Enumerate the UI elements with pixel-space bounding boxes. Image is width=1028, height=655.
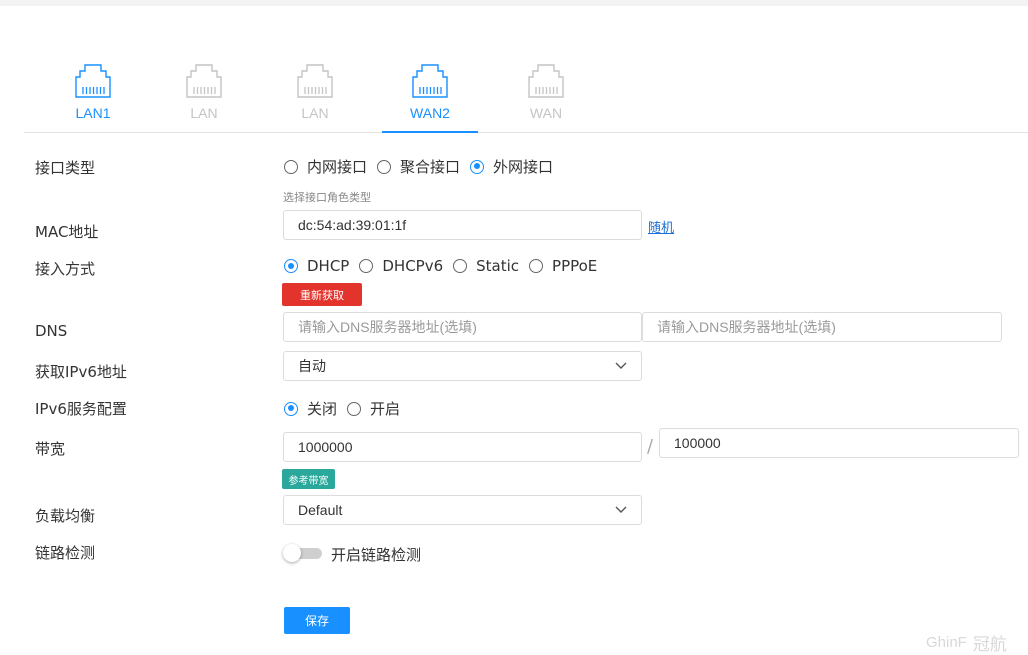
radio-label: 聚合接口: [400, 158, 461, 176]
access-mode-radio-group: DHCP DHCPv6 Static PPPoE: [284, 257, 607, 275]
ethernet-port-icon: [75, 64, 111, 98]
radio-label: Static: [476, 257, 520, 275]
top-bar: [0, 0, 1028, 6]
radio-icon: [377, 159, 392, 174]
watermark-cn: 冠航: [972, 635, 1007, 654]
dns-secondary-input[interactable]: [642, 312, 1002, 342]
radio-label: PPPoE: [552, 257, 598, 275]
radio-icon: [470, 159, 485, 174]
bandwidth-label: 带宽: [35, 440, 66, 458]
tab-wan2[interactable]: WAN2: [382, 56, 478, 133]
chevron-down-icon: [615, 362, 627, 369]
tab-label: LAN1: [75, 105, 111, 121]
radio-pppoe[interactable]: PPPoE: [529, 257, 597, 275]
radio-ipv6-on[interactable]: 开启: [347, 398, 400, 419]
interface-type-hint: 选择接口角色类型: [283, 191, 371, 204]
select-value: 自动: [298, 358, 326, 374]
select-value: Default: [298, 502, 343, 518]
ethernet-port-icon: [412, 64, 448, 98]
radio-icon: [284, 159, 298, 174]
tab-lan-2[interactable]: LAN: [156, 56, 252, 132]
ethernet-port-icon: [186, 64, 222, 98]
tab-lan1[interactable]: LAN1: [45, 56, 141, 132]
bandwidth-separator: /: [647, 436, 654, 457]
bandwidth-upload-input[interactable]: [283, 432, 642, 462]
mac-input[interactable]: [283, 210, 642, 240]
ipv6-address-select[interactable]: 自动: [283, 351, 642, 381]
radio-label: 开启: [370, 400, 401, 418]
tab-label: WAN: [529, 105, 563, 121]
link-check-label: 链路检测: [35, 544, 96, 562]
radio-lan-interface[interactable]: 内网接口: [284, 156, 367, 177]
radio-aggregate-interface[interactable]: 聚合接口: [377, 156, 460, 177]
radio-dhcp[interactable]: DHCP: [284, 257, 349, 275]
dns-label: DNS: [35, 322, 68, 340]
random-mac-link[interactable]: 随机: [648, 217, 674, 236]
tab-label: LAN: [190, 105, 218, 121]
radio-label: 外网接口: [493, 158, 554, 176]
radio-label: 关闭: [307, 400, 338, 418]
mac-label: MAC地址: [35, 223, 99, 241]
dns-primary-input[interactable]: [283, 312, 642, 342]
ipv6-service-radio-group: 关闭 开启: [284, 398, 410, 419]
ethernet-port-icon: [528, 64, 564, 98]
ethernet-port-icon: [297, 64, 333, 98]
radio-label: 内网接口: [307, 158, 368, 176]
radio-ipv6-off[interactable]: 关闭: [284, 398, 337, 419]
radio-label: DHCP: [307, 257, 350, 275]
access-mode-label: 接入方式: [35, 260, 96, 278]
radio-icon: [453, 259, 468, 273]
load-balance-label: 负载均衡: [35, 507, 96, 525]
save-button[interactable]: 保存: [284, 607, 350, 634]
tab-wan[interactable]: WAN: [498, 56, 594, 132]
ipv6-service-label: IPv6服务配置: [35, 400, 127, 418]
interface-type-label: 接口类型: [35, 159, 96, 177]
radio-icon: [347, 401, 362, 416]
reference-bandwidth-button[interactable]: 参考带宽: [282, 469, 335, 489]
link-check-toggle-label: 开启链路检测: [331, 546, 422, 564]
watermark-text: GhinF: [926, 634, 967, 651]
radio-icon: [284, 259, 298, 273]
ipv6-address-label: 获取IPv6地址: [35, 363, 127, 381]
radio-wan-interface[interactable]: 外网接口: [470, 156, 553, 177]
watermark: GhinF 冠航: [926, 630, 1007, 655]
interface-type-radio-group: 内网接口 聚合接口 外网接口: [284, 156, 563, 177]
radio-static[interactable]: Static: [453, 257, 519, 275]
radio-dhcpv6[interactable]: DHCPv6: [359, 257, 443, 275]
tab-label: WAN2: [410, 105, 450, 121]
refresh-button[interactable]: 重新获取: [282, 283, 362, 306]
radio-icon: [359, 259, 374, 273]
bandwidth-download-input[interactable]: [659, 428, 1019, 458]
tab-label: LAN: [301, 105, 329, 121]
tab-lan-3[interactable]: LAN: [267, 56, 363, 132]
toggle-knob: [283, 544, 301, 562]
link-check-toggle[interactable]: [283, 544, 323, 562]
radio-icon: [529, 259, 544, 273]
chevron-down-icon: [615, 506, 627, 513]
load-balance-select[interactable]: Default: [283, 495, 642, 525]
radio-label: DHCPv6: [382, 257, 444, 275]
radio-icon: [284, 401, 298, 416]
port-tabs: LAN1 LAN LAN WAN2 WAN: [24, 56, 1028, 133]
